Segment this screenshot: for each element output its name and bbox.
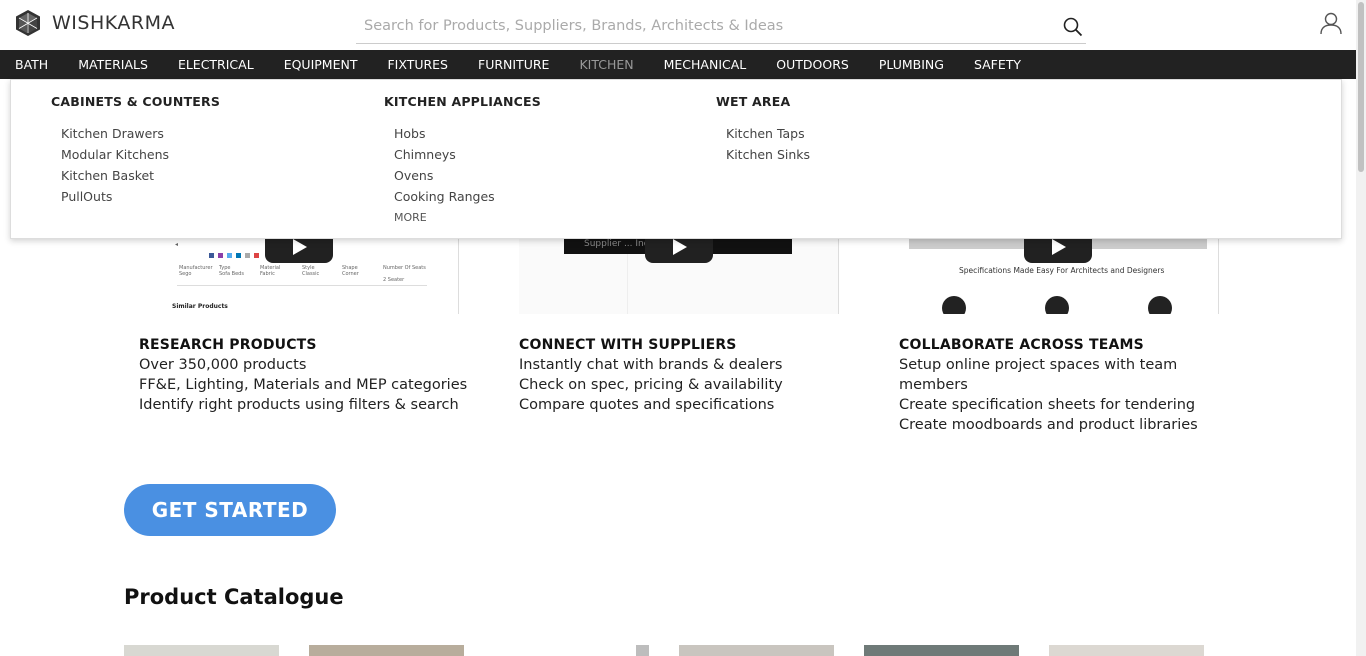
search-input[interactable] xyxy=(356,10,1046,42)
nav-item-fixtures[interactable]: FIXTURES xyxy=(372,50,463,79)
feature-line: Instantly chat with brands & dealers xyxy=(519,357,783,373)
nav-item-mechanical[interactable]: MECHANICAL xyxy=(649,50,762,79)
feature-title: RESEARCH PRODUCTS xyxy=(139,337,317,353)
search-icon[interactable] xyxy=(1062,16,1084,38)
mega-link-cooking-ranges[interactable]: Cooking Ranges xyxy=(384,186,541,207)
logo-cube-icon xyxy=(16,10,40,36)
spec-value-seats: 2 Seater xyxy=(383,277,405,283)
facebook-icon xyxy=(209,253,214,258)
catalogue-card[interactable] xyxy=(309,645,464,656)
mega-link-chimneys[interactable]: Chimneys xyxy=(384,144,541,165)
share-icons xyxy=(209,253,259,258)
divider xyxy=(627,254,628,314)
play-button-icon[interactable] xyxy=(1024,239,1092,263)
play-button-icon[interactable] xyxy=(645,239,713,263)
feature-connect: CONNECT WITH SUPPLIERS Instantly chat wi… xyxy=(519,335,783,415)
mega-link-kitchen-taps[interactable]: Kitchen Taps xyxy=(716,123,810,144)
feature-line: Create moodboards and product libraries xyxy=(899,417,1198,433)
mini-arrow-icon: ◂ xyxy=(175,241,179,248)
kitchen-mega-menu: CABINETS & COUNTERS Kitchen Drawers Modu… xyxy=(10,79,1342,239)
video-thumbnail-collaborate[interactable]: Specifications Made Easy For Architects … xyxy=(909,239,1219,314)
email-icon xyxy=(245,253,250,258)
catalogue-card[interactable] xyxy=(679,645,834,656)
similar-products-label: Similar Products xyxy=(172,303,228,310)
feature-line: members xyxy=(899,377,968,393)
user-icon[interactable] xyxy=(1318,10,1344,36)
mega-column-wet-area: WET AREA Kitchen Taps Kitchen Sinks xyxy=(716,94,810,165)
video-caption: Specifications Made Easy For Architects … xyxy=(959,266,1165,275)
feature-line: Create specification sheets for tenderin… xyxy=(899,397,1196,413)
team-circle-icon xyxy=(1148,296,1172,314)
mega-heading-wet-area[interactable]: WET AREA xyxy=(716,94,810,109)
nav-item-kitchen[interactable]: KITCHEN xyxy=(564,50,648,79)
nav-item-electrical[interactable]: ELECTRICAL xyxy=(163,50,269,79)
search-circle-icon xyxy=(942,296,966,314)
feature-line: FF&E, Lighting, Materials and MEP catego… xyxy=(139,377,468,393)
mega-link-modular-kitchens[interactable]: Modular Kitchens xyxy=(51,144,220,165)
page-scrollbar[interactable] xyxy=(1356,0,1366,656)
mega-link-kitchen-drawers[interactable]: Kitchen Drawers xyxy=(51,123,220,144)
catalogue-card[interactable] xyxy=(864,645,1019,656)
feature-line: Identify right products using filters & … xyxy=(139,397,459,413)
feature-research: RESEARCH PRODUCTS Over 350,000 products … xyxy=(139,335,467,415)
feature-line: Over 350,000 products xyxy=(139,357,307,373)
feature-line: Check on spec, pricing & availability xyxy=(519,377,783,393)
feature-title: COLLABORATE ACROSS TEAMS xyxy=(899,337,1144,353)
twitter-icon xyxy=(227,253,232,258)
spec-value-manufacturer: Sego xyxy=(179,271,192,277)
mega-link-kitchen-basket[interactable]: Kitchen Basket xyxy=(51,165,220,186)
catalogue-card[interactable] xyxy=(636,645,649,656)
feature-line: Setup online project spaces with team xyxy=(899,357,1178,373)
scrollbar-thumb[interactable] xyxy=(1358,2,1364,172)
nav-item-outdoors[interactable]: OUTDOORS xyxy=(761,50,864,79)
get-started-button[interactable]: GET STARTED xyxy=(124,484,336,536)
catalogue-title: Product Catalogue xyxy=(124,585,344,609)
linkedin-icon xyxy=(236,253,241,258)
nav-item-materials[interactable]: MATERIALS xyxy=(63,50,163,79)
mega-link-pullouts[interactable]: PullOuts xyxy=(51,186,220,207)
handshake-circle-icon xyxy=(1045,296,1069,314)
nav-item-furniture[interactable]: FURNITURE xyxy=(463,50,564,79)
spec-value-style: Classic xyxy=(302,271,320,277)
catalogue-card[interactable] xyxy=(124,645,279,656)
nav-item-safety[interactable]: SAFETY xyxy=(959,50,1036,79)
spec-value-material: Fabric xyxy=(260,271,275,277)
logo[interactable]: WISHKARMA xyxy=(14,9,175,37)
spec-value-type: Sofa Beds xyxy=(219,271,244,277)
mega-column-appliances: KITCHEN APPLIANCES Hobs Chimneys Ovens C… xyxy=(384,94,541,228)
feature-collaborate: COLLABORATE ACROSS TEAMS Setup online pr… xyxy=(899,335,1198,435)
logo-text: WISHKARMA xyxy=(52,12,175,34)
spec-value-shape: Corner xyxy=(342,271,359,277)
mega-link-hobs[interactable]: Hobs xyxy=(384,123,541,144)
category-nav: BATH MATERIALS ELECTRICAL EQUIPMENT FIXT… xyxy=(0,50,1356,79)
spec-header-seats: Number Of Seats xyxy=(383,265,426,271)
mega-link-ovens[interactable]: Ovens xyxy=(384,165,541,186)
mega-heading-cabinets[interactable]: CABINETS & COUNTERS xyxy=(51,94,220,109)
google-icon xyxy=(254,253,259,258)
feature-line: Compare quotes and specifications xyxy=(519,397,775,413)
search-bar xyxy=(356,10,1086,44)
video-thumbnail-connect[interactable]: Supplier ... Inquiries xyxy=(519,239,839,314)
nav-item-bath[interactable]: BATH xyxy=(0,50,63,79)
mega-link-more[interactable]: MORE xyxy=(384,207,541,228)
nav-item-equipment[interactable]: EQUIPMENT xyxy=(269,50,373,79)
pinterest-icon xyxy=(218,253,223,258)
nav-item-plumbing[interactable]: PLUMBING xyxy=(864,50,959,79)
mega-link-kitchen-sinks[interactable]: Kitchen Sinks xyxy=(716,144,810,165)
header: WISHKARMA xyxy=(0,0,1356,50)
catalogue-card[interactable] xyxy=(1049,645,1204,656)
feature-title: CONNECT WITH SUPPLIERS xyxy=(519,337,737,353)
mega-column-cabinets: CABINETS & COUNTERS Kitchen Drawers Modu… xyxy=(51,94,220,207)
mega-heading-appliances[interactable]: KITCHEN APPLIANCES xyxy=(384,94,541,109)
play-button-icon[interactable] xyxy=(265,239,333,263)
divider xyxy=(177,285,427,286)
video-thumbnail-research[interactable]: ◂ Manufacturer Type Material Style Shape… xyxy=(139,239,459,314)
